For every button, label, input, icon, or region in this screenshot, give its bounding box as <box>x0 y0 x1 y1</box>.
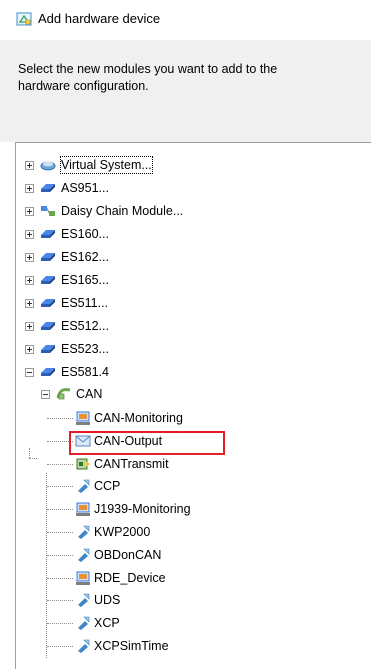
tree-item-rde-device[interactable]: RDE_Device <box>16 568 356 588</box>
tree-item-es160[interactable]: ES160... <box>16 224 356 244</box>
collapse-icon[interactable] <box>25 368 34 377</box>
tree-item-kwp2000[interactable]: KWP2000 <box>16 522 356 542</box>
tree-connector <box>47 577 73 579</box>
tree-item-label: Daisy Chain Module... <box>61 204 184 218</box>
can-icon <box>56 386 72 402</box>
title-bar: Add hardware device <box>0 0 371 40</box>
expand-icon[interactable] <box>25 345 34 354</box>
protocol-icon <box>75 615 91 631</box>
tree-item-label: CCP <box>94 479 121 494</box>
module-icon <box>40 272 56 288</box>
instruction-text: Select the new modules you want to add t… <box>18 62 278 93</box>
tree-item-ccp[interactable]: CCP <box>16 476 356 496</box>
tree-item-j1939-monitoring[interactable]: J1939-Monitoring <box>16 499 356 519</box>
monitor-icon <box>75 501 91 517</box>
tree-item-xcp[interactable]: XCP <box>16 613 356 633</box>
expand-icon[interactable] <box>25 207 34 216</box>
protocol-icon <box>75 638 91 654</box>
expand-icon[interactable] <box>25 299 34 308</box>
tree-item-label: ES162... <box>61 250 109 264</box>
tree-connector <box>47 418 73 419</box>
module-icon <box>40 226 56 242</box>
tree-item-label: ES512... <box>61 319 109 333</box>
monitor-icon <box>75 410 91 426</box>
tree-item-es523[interactable]: ES523... <box>16 339 356 359</box>
module-icon <box>40 295 56 311</box>
tree-connector <box>47 532 73 533</box>
tree-item-label: CAN <box>76 387 103 401</box>
instruction-panel: Select the new modules you want to add t… <box>0 40 371 142</box>
tree-item-label: J1939-Monitoring <box>94 502 191 517</box>
transmit-icon <box>75 456 91 472</box>
expand-icon[interactable] <box>25 276 34 285</box>
tree-item-label: XCPSimTime <box>94 639 169 653</box>
window-title: Add hardware device <box>38 11 161 26</box>
tree-item-label: ES160... <box>61 227 109 241</box>
tree-item-label: KWP2000 <box>94 525 151 539</box>
tree-item-xcpsimtime[interactable]: XCPSimTime <box>16 636 356 656</box>
tree-connector <box>47 600 73 602</box>
protocol-icon <box>75 592 91 608</box>
tree-item-label: ES523... <box>61 342 109 356</box>
tree-item-es511[interactable]: ES511... <box>16 293 356 313</box>
expand-icon[interactable] <box>25 161 34 170</box>
tree-connector <box>47 463 73 465</box>
tree-connector <box>47 623 73 625</box>
tree-connector <box>47 554 73 556</box>
tree-item-as951[interactable]: AS951... <box>16 178 356 198</box>
daisy-chain-icon <box>40 203 56 219</box>
rde-device-highlight-box <box>69 431 225 455</box>
expand-icon[interactable] <box>25 184 34 193</box>
tree-item-label: RDE_Device <box>94 570 166 585</box>
tree-item-daisy-chain-module[interactable]: Daisy Chain Module... <box>16 201 356 221</box>
tree-item-label: UDS <box>94 593 121 608</box>
module-icon <box>40 180 56 196</box>
tree-item-label: Virtual System... <box>60 156 153 174</box>
virtual-system-icon <box>40 157 56 173</box>
module-icon <box>40 249 56 265</box>
tree-item-cantransmit[interactable]: CANTransmit <box>16 454 356 474</box>
tree-item-can[interactable]: CAN <box>16 384 356 404</box>
tree-item-uds[interactable]: UDS <box>16 590 356 610</box>
tree-connector <box>47 509 73 511</box>
collapse-icon[interactable] <box>41 390 50 399</box>
protocol-icon <box>75 547 91 563</box>
tree-item-es165[interactable]: ES165... <box>16 270 356 290</box>
module-icon <box>40 341 56 357</box>
tree-item-es512[interactable]: ES512... <box>16 316 356 336</box>
tree-item-label: AS951... <box>61 181 109 195</box>
hardware-tree[interactable]: Virtual System... AS951... Daisy Chain Mod… <box>15 142 371 669</box>
tree-connector <box>47 646 73 647</box>
tree-item-obdoncan[interactable]: OBDonCAN <box>16 545 356 565</box>
tree-item-label: XCP <box>94 616 120 631</box>
module-icon <box>40 364 56 380</box>
monitor-icon <box>75 570 91 586</box>
tree-connector <box>47 486 73 488</box>
tree-item-label: OBDonCAN <box>94 547 162 562</box>
protocol-icon <box>75 524 91 540</box>
tree-item-es162[interactable]: ES162... <box>16 247 356 267</box>
expand-icon[interactable] <box>25 253 34 262</box>
add-hardware-icon <box>16 12 32 26</box>
tree-item-es581-4[interactable]: ES581.4 <box>16 362 356 382</box>
tree-item-label: ES581.4 <box>61 365 109 379</box>
module-icon <box>40 318 56 334</box>
tree-item-label: CAN-Monitoring <box>94 411 183 425</box>
tree-item-label: ES165... <box>61 273 109 287</box>
protocol-icon <box>75 478 91 494</box>
expand-icon[interactable] <box>25 322 34 331</box>
tree-item-virtual-system[interactable]: Virtual System... <box>16 155 356 175</box>
tree-item-can-monitoring[interactable]: CAN-Monitoring <box>16 408 356 428</box>
tree-item-label: CANTransmit <box>94 456 169 471</box>
tree-item-label: ES511... <box>61 296 109 310</box>
expand-icon[interactable] <box>25 230 34 239</box>
